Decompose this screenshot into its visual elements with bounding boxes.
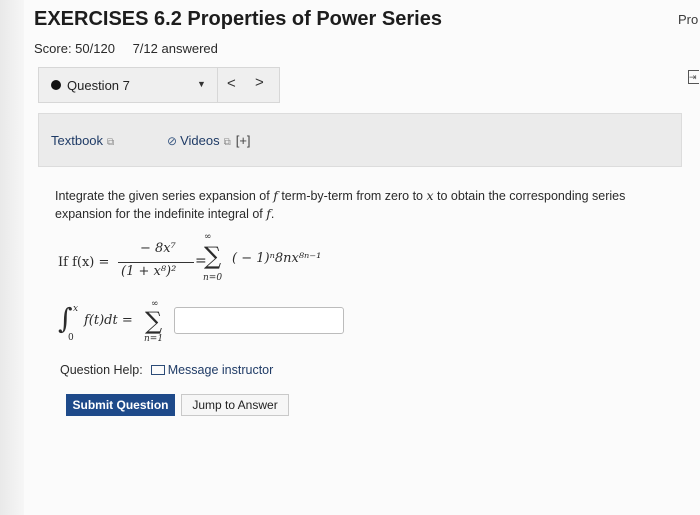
dot-icon <box>51 80 61 90</box>
next-question-button[interactable]: > <box>255 74 264 91</box>
mail-icon <box>150 365 165 375</box>
score-text: Score: 50/120 <box>34 41 115 56</box>
integral-lower-limit: 0 <box>68 333 74 343</box>
paperclip-icon: ⊘ <box>167 134 178 148</box>
integrand: f(t)dt = <box>84 313 133 328</box>
resources-bar: Textbook ⧉ ⊘ Videos ⧉ [+] <box>38 113 682 167</box>
question-prompt: Integrate the given series expansion of … <box>55 188 626 221</box>
jump-to-answer-button[interactable]: Jump to Answer <box>181 394 289 416</box>
corner-label[interactable]: Pro <box>678 12 700 27</box>
question-help: Question Help: Message instructor <box>60 363 273 377</box>
sum-upper-limit: ∞ <box>204 232 212 242</box>
caret-down-icon: ▼ <box>197 79 206 89</box>
external-link-icon: ⧉ <box>107 137 115 148</box>
left-edge-strip <box>0 0 24 515</box>
previous-question-button[interactable]: < <box>227 75 236 92</box>
question-select[interactable]: Question 7 ▼ <box>39 68 218 102</box>
sum2-lower-limit: n=1 <box>144 334 164 344</box>
panel-toggle-icon[interactable]: ⇥ <box>688 70 699 84</box>
page: EXERCISES 6.2 Properties of Power Series… <box>0 0 700 515</box>
integral-upper-limit: x <box>73 304 79 314</box>
message-instructor-link[interactable]: Message instructor <box>168 363 274 377</box>
integral-sign: ∫ <box>58 302 73 335</box>
sum-lower-limit: n=0 <box>203 273 223 283</box>
denominator: (1 + x⁸)² <box>121 264 177 279</box>
answer-input[interactable] <box>174 307 344 334</box>
sigma-2: ∑ <box>145 307 163 335</box>
textbook-link[interactable]: Textbook ⧉ <box>51 133 114 148</box>
score-row: Score: 50/120 7/12 answered <box>34 41 232 56</box>
page-title: EXERCISES 6.2 Properties of Power Series <box>34 8 442 30</box>
external-link-icon: ⧉ <box>223 137 231 148</box>
videos-label: Videos <box>180 133 220 148</box>
fraction-bar <box>118 262 194 263</box>
series-term: ( − 1)ⁿ8nx⁸ⁿ⁻¹ <box>232 251 322 266</box>
textbook-label: Textbook <box>51 133 104 148</box>
if-label: If f(x) = <box>58 255 110 270</box>
question-select-label: Question 7 <box>67 78 130 93</box>
videos-expand[interactable]: [+] <box>236 133 251 148</box>
numerator: − 8x⁷ <box>140 241 176 256</box>
sigma: ∑ <box>204 242 222 270</box>
submit-question-button[interactable]: Submit Question <box>66 394 175 416</box>
question-help-label: Question Help: <box>60 363 143 377</box>
question-navigator: Question 7 ▼ < > <box>38 67 280 103</box>
videos-link[interactable]: ⊘ Videos ⧉ [+] <box>167 133 251 148</box>
answered-count: 7/12 answered <box>132 41 218 56</box>
